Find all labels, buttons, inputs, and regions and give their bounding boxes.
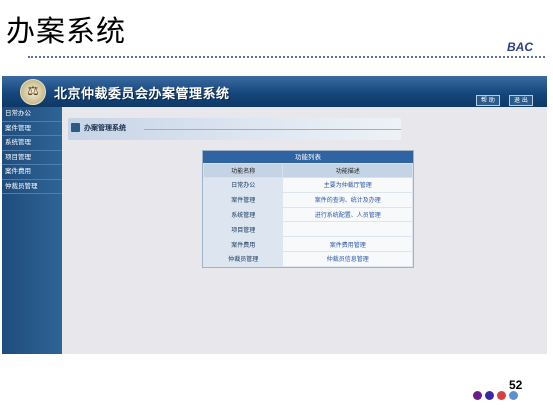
function-desc-link[interactable]: 主要为仲裁厅管理 bbox=[282, 177, 413, 193]
slide-title: 办案系统 bbox=[6, 14, 127, 48]
sidebar-item-daily-office[interactable]: 日常办公 bbox=[2, 107, 62, 122]
app-title: 北京仲裁委员会办案管理系统 bbox=[54, 87, 230, 102]
sidebar-item-system-management[interactable]: 系统管理 bbox=[2, 136, 62, 151]
page-number: 52 bbox=[509, 378, 523, 392]
column-header-name: 功能名称 bbox=[202, 163, 284, 178]
table-row: 日常办公 主要为仲裁厅管理 bbox=[202, 177, 413, 193]
function-name: 项目管理 bbox=[202, 221, 284, 238]
dot-icon bbox=[497, 391, 506, 400]
function-name: 案件管理 bbox=[202, 191, 284, 208]
function-name: 案件费用 bbox=[202, 236, 284, 252]
sidebar-nav: 日常办公 案件管理 系统管理 项目管理 案件费用 仲裁员管理 bbox=[2, 107, 62, 354]
function-list-title: 功能列表 bbox=[203, 151, 413, 163]
app-screenshot: ⚖ 北京仲裁委员会办案管理系统 帮 助 退 出 日常办公 案件管理 系统管理 项… bbox=[2, 76, 547, 354]
function-name: 仲裁员管理 bbox=[202, 250, 284, 267]
function-name: 系统管理 bbox=[202, 206, 284, 223]
help-button[interactable]: 帮 助 bbox=[476, 95, 500, 106]
sidebar-item-case-fees[interactable]: 案件费用 bbox=[2, 165, 62, 180]
table-row: 案件费用 案件费用管理 bbox=[202, 236, 413, 252]
title-divider bbox=[28, 56, 545, 58]
sidebar-item-arbitrator-management[interactable]: 仲裁员管理 bbox=[2, 180, 62, 194]
sidebar-item-project-management[interactable]: 项目管理 bbox=[2, 151, 62, 165]
column-header-desc: 功能描述 bbox=[282, 163, 413, 178]
main-content: 办案管理系统 功能列表 功能名称 功能描述 日常办公 主要为仲裁厅管理 案件管理… bbox=[62, 107, 547, 354]
sidebar-item-case-management[interactable]: 案件管理 bbox=[2, 122, 62, 136]
dot-icon bbox=[509, 391, 518, 400]
function-desc-link[interactable] bbox=[282, 221, 413, 238]
dot-icon bbox=[485, 391, 494, 400]
brand-label: BAC bbox=[507, 40, 533, 54]
table-header-row: 功能名称 功能描述 bbox=[202, 163, 413, 178]
page-heading-bar: 办案管理系统 bbox=[68, 118, 401, 140]
table-row: 系统管理 进行系统配置、人员管理 bbox=[202, 206, 413, 223]
function-desc-link[interactable]: 案件的查询、统计及办理 bbox=[282, 191, 413, 208]
app-banner: ⚖ 北京仲裁委员会办案管理系统 帮 助 退 出 bbox=[2, 76, 547, 107]
dot-icon bbox=[473, 391, 482, 400]
page-icon bbox=[71, 123, 80, 132]
logout-button[interactable]: 退 出 bbox=[509, 95, 533, 106]
function-table: 功能名称 功能描述 日常办公 主要为仲裁厅管理 案件管理 案件的查询、统计及办理… bbox=[202, 163, 413, 267]
page-heading: 办案管理系统 bbox=[84, 124, 126, 132]
function-desc-link[interactable]: 进行系统配置、人员管理 bbox=[282, 206, 413, 223]
decorative-dots bbox=[473, 391, 518, 400]
table-row: 案件管理 案件的查询、统计及办理 bbox=[202, 191, 413, 208]
table-row: 项目管理 bbox=[202, 221, 413, 238]
function-desc-link[interactable]: 仲裁员信息管理 bbox=[282, 250, 413, 267]
emblem-icon: ⚖ bbox=[20, 79, 46, 105]
function-desc-link[interactable]: 案件费用管理 bbox=[282, 236, 413, 252]
table-row: 仲裁员管理 仲裁员信息管理 bbox=[202, 250, 413, 267]
function-name: 日常办公 bbox=[202, 177, 284, 193]
heading-rule bbox=[144, 129, 401, 130]
function-list-panel: 功能列表 功能名称 功能描述 日常办公 主要为仲裁厅管理 案件管理 案件的查询、… bbox=[202, 150, 414, 268]
